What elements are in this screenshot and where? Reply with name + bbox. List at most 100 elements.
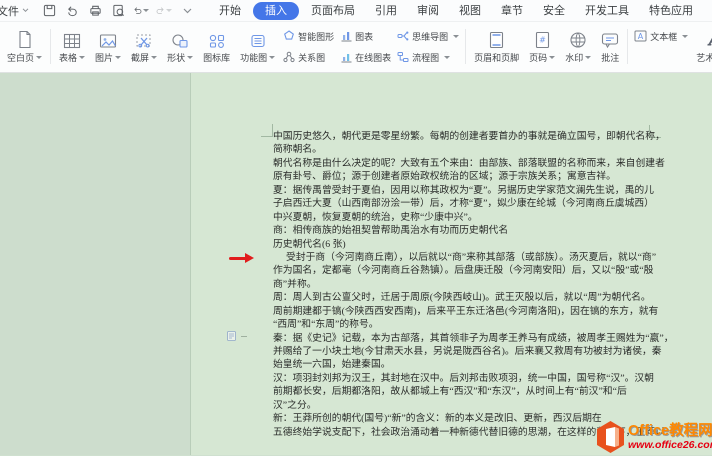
function-diagram-button[interactable]: 功能图 [235,24,280,69]
relation-diagram-icon [283,51,295,63]
print-button[interactable] [87,3,103,19]
chevron-down-icon [187,56,193,59]
print-preview-button[interactable] [110,3,126,19]
word-art-button[interactable]: A 艺术字 [691,24,712,69]
doc-line[interactable]: 作为国名，定都亳（今河南商丘谷熟镇）。后盘庚迁殷（今河南安阳）后，又以“殷”或“… [273,264,693,277]
blank-page-icon [17,30,33,49]
text-box-icon: A [634,30,647,42]
page-number-button[interactable]: # 页码 [524,24,560,69]
blank-page-label: 空白页 [7,51,34,64]
customize-toolbar-button[interactable] [179,3,195,19]
chevron-down-icon [22,8,29,13]
insert-ribbon: 空白页 表格 图片 截屏 形状 图标库 功能图 [0,22,712,73]
logo-url: www.office26.com [628,440,712,451]
doc-line[interactable]: 秦：据《史记》记载，本为古部落，其首领非子为周孝王养马有成绩，被周孝王赐姓为“嬴… [273,332,693,345]
doc-line[interactable]: 商”并称。 [273,278,693,291]
doc-line[interactable]: 始皇统一六国，始建秦国。 [273,358,693,371]
picture-button[interactable]: 图片 [90,24,126,69]
flow-chart-label: 流程图 [412,51,439,64]
online-chart-icon [340,51,352,63]
print-icon [89,4,102,17]
tab-文档助手[interactable]: 文档助手 [703,2,712,20]
doc-line[interactable]: 汉：项羽封刘邦为汉王，其封地在汉中。后刘邦击败项羽，统一中国，国号称“汉”。汉朝 [273,372,693,385]
tab-页面布局[interactable]: 页面布局 [301,2,365,20]
document-text: 中国历史悠久，朝代更是零星纷繁。每朝的创建者要首办的事就是确立国号，即朝代名称，… [273,130,693,439]
redo-button[interactable] [156,3,172,19]
chart-button[interactable]: 图表 [337,27,394,46]
doc-line[interactable]: 周前期建都于镐(今陕西西安西南)，后来平王东迁洛邑(今河南洛阳)，因在镐的东方，… [273,305,693,318]
undo-dropdown-caret[interactable] [143,9,149,12]
icon-library-icon [208,33,226,49]
ribbon-separator [465,29,466,64]
comment-label: 批注 [601,51,619,64]
marker-dash [241,336,247,337]
watermark-button[interactable]: 水印 [560,24,596,69]
icon-library-button[interactable]: 图标库 [198,24,235,69]
mind-map-button[interactable]: 思维导图 [394,27,462,46]
tab-章节[interactable]: 章节 [491,2,533,20]
smart-graphics-button[interactable]: 智能图形 [280,27,337,46]
flow-chart-icon [397,51,409,63]
mind-map-icon [397,30,409,42]
online-chart-label: 在线图表 [355,51,391,64]
logo-title: Office教程网 [628,424,712,439]
flow-chart-button[interactable]: 流程图 [394,48,462,67]
tab-视图[interactable]: 视图 [449,2,491,20]
doc-line[interactable]: 商：相传商族的始祖契曾帮助禹治水有功而历史朝代名 [273,224,693,237]
doc-line[interactable]: 受封于商（今河南商丘南），以后就以“商”来称其部落（或部族）。汤灭夏后，就以“商… [273,251,693,264]
document-page[interactable]: 中国历史悠久，朝代更是零星纷繁。每朝的创建者要首办的事就是确立国号，即朝代名称，… [190,73,712,455]
smart-graphics-label: 智能图形 [298,30,334,43]
doc-line[interactable]: 夏：据传禹曾受封于夏伯，因用以称其政权为“夏”。另据历史学家范文澜先生说，禹的儿 [273,184,693,197]
shapes-button[interactable]: 形状 [162,24,198,69]
undo-icon [133,4,142,17]
text-box-button[interactable]: A 文本框 [631,27,691,46]
chevron-down-icon [453,35,459,38]
redo-icon [156,4,165,17]
screenshot-button[interactable]: 截屏 [126,24,162,69]
chevron-down-icon [79,56,85,59]
doc-line[interactable]: 子启西迁大夏（山西南部汾浍一带）后，才称“夏”，姒少康在纶城（今河南商丘虞城西） [273,197,693,210]
doc-line[interactable]: 原有卦号、爵位；源于创建者原始政权统治的区域；源于宗族关系；寓意吉祥。 [273,170,693,183]
doc-line[interactable]: 并赐给了一小块土地(今甘肃天水县，另说是陇西谷名)。后来襄又救周有功被封为诸侯，… [273,345,693,358]
file-menu-button[interactable]: 文件 [0,3,33,19]
wps-writer-window: 文件 开始插入页面布局引用审阅视图章节安全开发工具特色应用文档助手 查找 空白页… [0,0,712,455]
doc-line[interactable]: 朝代名称是由什么决定的呢？大致有五个来由：由部族、部落联盟的名称而来，来自创建者 [273,157,693,170]
export-button[interactable] [64,3,80,19]
doc-line[interactable]: 汉”之分。 [273,399,693,412]
header-footer-button[interactable]: 页眉和页脚 [469,24,524,69]
doc-line[interactable]: 周：周人到古公亶父时，迁居于周原(今陕西岐山)。武王灭殷以后，就以“周”为朝代名… [273,291,693,304]
file-menu-label: 文件 [0,3,19,19]
undo-button[interactable] [133,3,149,19]
doc-line[interactable]: 中兴夏朝，恢复夏朝的统治，史称“少康中兴”。 [273,211,693,224]
shapes-label: 形状 [167,51,185,64]
word-art-icon: A [705,32,712,49]
revision-margin-marker[interactable] [227,331,247,341]
chevron-down-icon [183,8,192,14]
online-chart-button[interactable]: 在线图表 [337,48,394,67]
word-art-label: 艺术字 [696,51,712,64]
save-button[interactable] [41,3,57,19]
watermark-label: 水印 [565,51,583,64]
export-icon [66,4,79,17]
doc-line[interactable]: 简称朝名。 [273,143,693,156]
relation-diagram-button[interactable]: 关系图 [280,48,337,67]
doc-line[interactable]: 前期都长安，后期都洛阳，故从都城上有“西汉”和“东汉”，从时间上有“前汉”和“后 [273,385,693,398]
doc-line[interactable]: 中国历史悠久，朝代更是零星纷繁。每朝的创建者要首办的事就是确立国号，即朝代名称， [273,130,693,143]
doc-line[interactable]: 历史朝代名(6 张) [273,238,693,251]
chevron-down-icon [269,56,275,59]
tab-安全[interactable]: 安全 [533,2,575,20]
doc-line[interactable]: “西周”和“东周”的称号。 [273,318,693,331]
tab-引用[interactable]: 引用 [365,2,407,20]
tab-插入[interactable]: 插入 [253,2,299,20]
office-hexagon-icon [595,420,626,454]
svg-text:#: # [539,36,546,45]
comment-button[interactable]: 批注 [596,24,624,69]
tab-开发工具[interactable]: 开发工具 [575,2,639,20]
redo-dropdown-caret[interactable] [166,9,172,12]
tab-审阅[interactable]: 审阅 [407,2,449,20]
chart-icon [340,30,352,42]
tab-特色应用[interactable]: 特色应用 [639,2,703,20]
blank-page-button[interactable]: 空白页 [2,24,47,69]
tab-开始[interactable]: 开始 [209,2,251,20]
table-button[interactable]: 表格 [54,24,90,69]
